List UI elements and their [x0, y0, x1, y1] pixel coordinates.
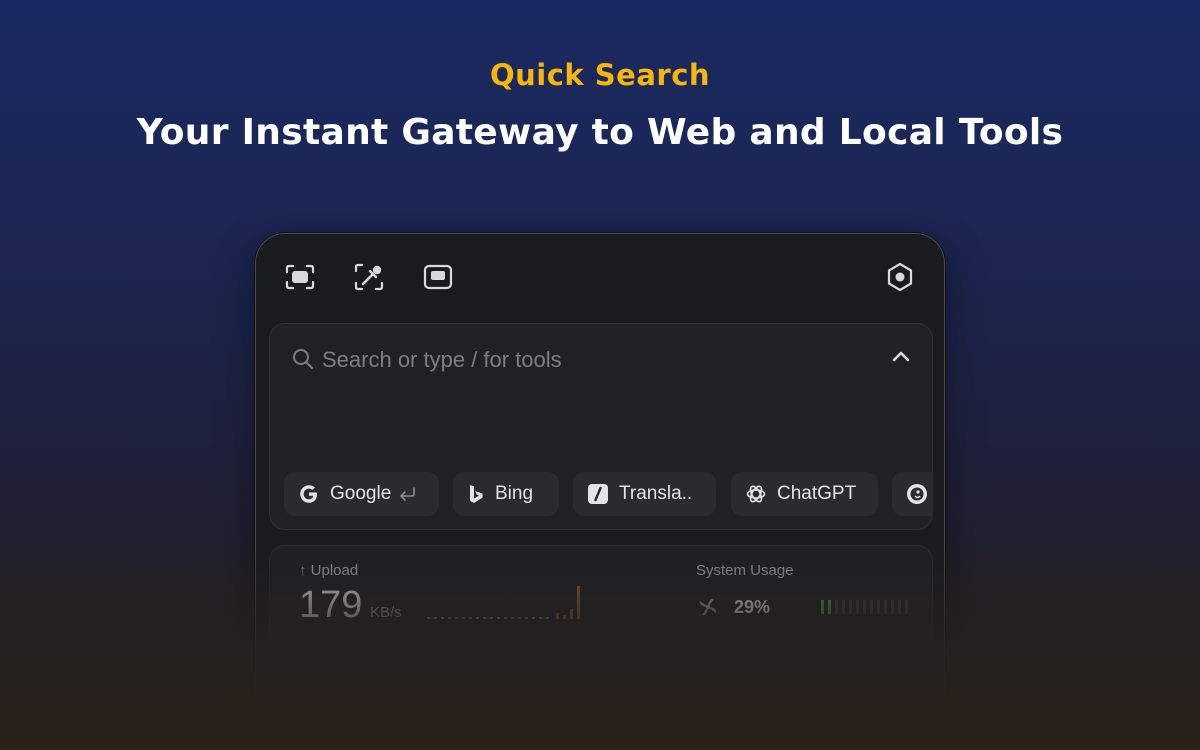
- system-usage-value: 29%: [734, 597, 771, 617]
- system-usage-label: System Usage: [696, 562, 794, 579]
- settings-button[interactable]: [883, 262, 917, 296]
- engine-chip-google[interactable]: Google: [284, 472, 439, 516]
- system-usage-meter: [821, 600, 908, 614]
- usage-meter-segment: [842, 600, 845, 614]
- search-input[interactable]: [322, 342, 862, 378]
- hero-kicker: Quick Search: [489, 58, 711, 92]
- arrow-up-icon: ↑: [299, 562, 307, 579]
- engine-chip-duckduckgo[interactable]: [892, 472, 933, 516]
- screenshot-button[interactable]: [283, 262, 317, 296]
- translate-icon: [587, 483, 609, 505]
- google-icon: [298, 483, 320, 505]
- usage-meter-segment: [905, 600, 908, 614]
- usage-meter-segment: [891, 600, 894, 614]
- engine-chip-bing[interactable]: Bing: [453, 472, 559, 516]
- collapse-button[interactable]: [888, 344, 914, 370]
- search-icon: [292, 348, 314, 374]
- upload-sparkline: [427, 586, 580, 619]
- engine-chip-translate[interactable]: Transla..: [573, 472, 716, 516]
- engine-label: ChatGPT: [777, 483, 857, 504]
- engine-chip-chatgpt[interactable]: ChatGPT: [731, 472, 878, 516]
- upload-label: ↑ Upload: [299, 562, 359, 579]
- upload-value: 179: [299, 584, 363, 626]
- duckduckgo-icon: [906, 483, 928, 505]
- usage-meter-segment: [835, 600, 838, 614]
- color-picker-button[interactable]: [352, 262, 386, 296]
- search-card: Google Bing: [269, 323, 933, 530]
- upload-unit: KB/s: [370, 604, 402, 621]
- usage-meter-segment: [821, 600, 824, 614]
- usage-meter-segment: [898, 600, 901, 614]
- hero-title: Your Instant Gateway to Web and Local To…: [136, 112, 1064, 153]
- usage-meter-segment: [863, 600, 866, 614]
- chevron-up-icon: [891, 348, 911, 367]
- engine-label: Google: [330, 483, 392, 504]
- usage-meter-segment: [877, 600, 880, 614]
- usage-meter-segment: [856, 600, 859, 614]
- picture-in-picture-icon: [423, 264, 453, 294]
- engine-label: Transla..: [619, 483, 693, 504]
- engine-label: Bing: [495, 483, 534, 504]
- stats-card: ↑ Upload 179 KB/s System Usage 29%: [269, 545, 933, 693]
- return-key-icon: [397, 486, 417, 502]
- usage-meter-segment: [828, 600, 831, 614]
- color-picker-icon: [354, 263, 384, 295]
- search-engine-list: Google Bing Transla.. ChatGPT: [284, 472, 933, 518]
- screenshot-icon: [285, 264, 315, 294]
- chatgpt-icon: [745, 483, 767, 505]
- settings-icon: [886, 262, 914, 296]
- usage-meter-segment: [849, 600, 852, 614]
- usage-meter-segment: [870, 600, 873, 614]
- usage-meter-segment: [884, 600, 887, 614]
- quick-search-panel: Google Bing: [255, 233, 945, 693]
- picture-in-picture-button[interactable]: [421, 262, 455, 296]
- cpu-fan-icon: [696, 595, 720, 623]
- bing-icon: [467, 483, 485, 505]
